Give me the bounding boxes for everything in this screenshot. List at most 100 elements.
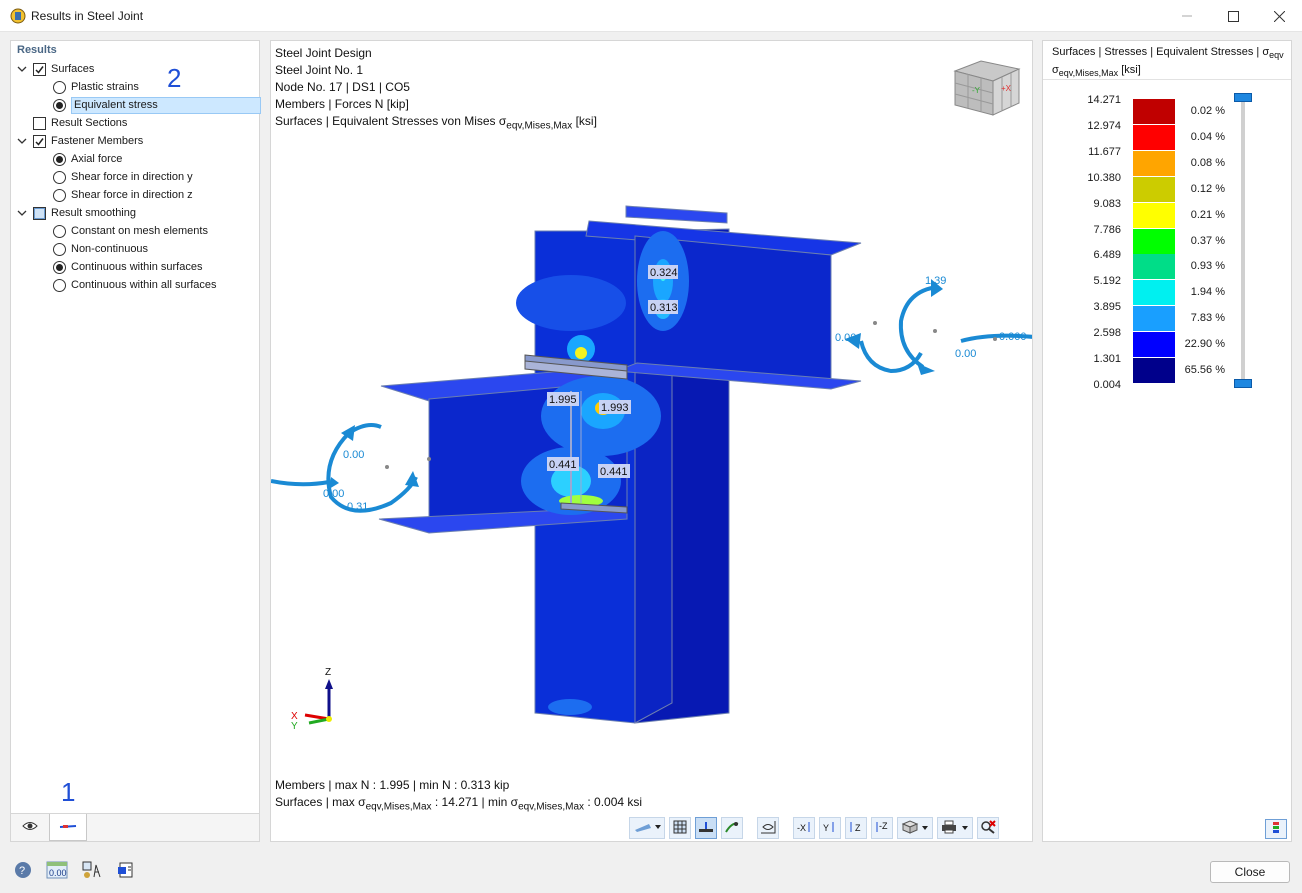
tree-item-label: Surfaces xyxy=(51,63,95,75)
deformation-icon xyxy=(724,820,740,837)
tree-item-label: Equivalent stress xyxy=(71,96,261,114)
minimize-button[interactable] xyxy=(1164,0,1210,32)
tree-item-surfaces[interactable]: Surfaces xyxy=(17,60,94,78)
tree-item-axial-force[interactable]: Axial force xyxy=(53,150,122,168)
tree-item-result-sections[interactable]: Result Sections xyxy=(33,114,127,132)
tree-item-continuous-within[interactable]: Continuous within surfaces xyxy=(53,258,202,276)
maximize-button[interactable] xyxy=(1210,0,1256,32)
summary-members: Members | max N : 1.995 | min N : 0.313 … xyxy=(275,778,510,792)
chevron-down-icon[interactable] xyxy=(17,136,27,146)
tree-item-fastener-members[interactable]: Fastener Members xyxy=(17,132,143,150)
steel-joint-model[interactable]: 0.324 0.313 1.995 1.993 0.441 0.441 0.00… xyxy=(271,41,1033,842)
legend-range-slider[interactable] xyxy=(1241,99,1245,384)
equivalent-stress-radio[interactable] xyxy=(53,98,66,112)
legend-color-band xyxy=(1133,358,1175,383)
iso-view-dropdown[interactable] xyxy=(897,817,933,839)
legend-slider-max-handle[interactable] xyxy=(1234,93,1252,102)
units-button[interactable] xyxy=(80,860,104,882)
app-icon xyxy=(10,8,26,24)
tree-item-label: Shear force in direction z xyxy=(71,189,193,201)
units-icon xyxy=(82,861,102,882)
tree-item-shear-y[interactable]: Shear force in direction y xyxy=(53,168,193,186)
graphics-viewport[interactable]: Steel Joint Design Steel Joint No. 1 Nod… xyxy=(270,40,1033,842)
legend-color-band xyxy=(1133,176,1175,202)
legend-value: 0.004 xyxy=(1093,378,1121,391)
legend-percentage: 0.21 % xyxy=(1190,208,1225,221)
svg-text:Z: Z xyxy=(325,667,331,678)
moment-label: 0.00 xyxy=(835,332,856,344)
legend-settings-button[interactable] xyxy=(1265,819,1287,839)
legend-value: 14.271 xyxy=(1087,94,1121,106)
shear-y-radio[interactable] xyxy=(53,170,66,184)
annotation-marker-2: 2 xyxy=(167,63,182,93)
clear-selection-button[interactable] xyxy=(977,817,999,839)
tree-item-label: Continuous within surfaces xyxy=(71,261,203,273)
view-neg-z-button[interactable]: -Z xyxy=(871,817,893,839)
help-button[interactable]: ? xyxy=(11,860,35,882)
tree-item-plastic-strains[interactable]: Plastic strains xyxy=(53,78,139,96)
result-smoothing-checkbox[interactable] xyxy=(33,206,46,220)
print-report-button[interactable] xyxy=(115,860,139,882)
fastener-members-checkbox[interactable] xyxy=(33,134,46,148)
chevron-down-icon[interactable] xyxy=(17,208,27,218)
non-continuous-radio[interactable] xyxy=(53,242,66,256)
printer-icon xyxy=(941,820,969,837)
legend-color-band xyxy=(1133,306,1175,332)
legend-value: 1.301 xyxy=(1093,353,1121,365)
moment-label: 0.00 xyxy=(323,488,344,500)
axial-force-radio[interactable] xyxy=(53,152,66,166)
legend-value: 6.489 xyxy=(1093,249,1121,262)
display-mode-dropdown[interactable] xyxy=(629,817,665,839)
legend-color-band xyxy=(1133,150,1175,176)
moment-label: 0.00 xyxy=(343,449,364,461)
close-window-button[interactable] xyxy=(1256,0,1302,32)
eye-icon xyxy=(22,820,38,835)
legend-value: 5.192 xyxy=(1093,275,1121,288)
shear-z-radio[interactable] xyxy=(53,188,66,202)
summary-surfaces: Surfaces | max σeqv,Mises,Max : 14.271 |… xyxy=(275,795,643,813)
tree-item-continuous-all[interactable]: Continuous within all surfaces xyxy=(53,276,217,294)
continuous-all-radio[interactable] xyxy=(53,278,66,292)
cube-icon xyxy=(901,819,929,837)
tree-item-shear-z[interactable]: Shear force in direction z xyxy=(53,186,193,204)
print-dropdown[interactable] xyxy=(937,817,973,839)
view-y-button[interactable]: Y xyxy=(819,817,841,839)
view-neg-x-button[interactable]: -X xyxy=(793,817,815,839)
results-icon xyxy=(698,820,714,837)
results-values-button[interactable] xyxy=(695,817,717,839)
legend-title: Surfaces | Stresses | Equivalent Stresse… xyxy=(1052,46,1284,79)
tree-item-equivalent-stress[interactable]: Equivalent stress xyxy=(53,96,261,114)
legend-percentage: 0.93 % xyxy=(1190,260,1225,273)
surfaces-checkbox[interactable] xyxy=(33,62,46,76)
tree-item-constant-mesh[interactable]: Constant on mesh elements xyxy=(53,222,208,240)
tree-item-result-smoothing[interactable]: Result smoothing xyxy=(17,204,136,222)
axis-z-icon: Z xyxy=(847,820,865,837)
plastic-strains-radio[interactable] xyxy=(53,80,66,94)
mesh-button[interactable] xyxy=(669,817,691,839)
close-button[interactable]: Close xyxy=(1210,861,1290,883)
deformation-button[interactable] xyxy=(721,817,743,839)
legend-color-band xyxy=(1133,228,1175,254)
tree-item-label: Result Sections xyxy=(51,117,128,129)
legend-percentage: 7.83 % xyxy=(1190,312,1225,325)
force-label: 0.324 xyxy=(650,267,678,279)
numeric-format-button[interactable]: 0.00 xyxy=(45,860,69,882)
legend-color-band xyxy=(1133,124,1175,150)
tree-item-label: Plastic strains xyxy=(71,81,139,93)
chevron-down-icon[interactable] xyxy=(17,64,27,74)
continuous-within-radio[interactable] xyxy=(53,260,66,274)
legend-slider-min-handle[interactable] xyxy=(1234,379,1252,388)
view-settings-button[interactable] xyxy=(757,817,779,839)
result-sections-checkbox[interactable] xyxy=(33,116,46,130)
legend-value: 2.598 xyxy=(1093,327,1121,340)
tree-item-non-continuous[interactable]: Non-continuous xyxy=(53,240,148,258)
tab-results[interactable] xyxy=(49,814,87,841)
view-z-button[interactable]: Z xyxy=(845,817,867,839)
tab-display[interactable] xyxy=(11,814,49,841)
mesh-icon xyxy=(673,820,687,837)
legend-color-band xyxy=(1133,254,1175,280)
constant-mesh-radio[interactable] xyxy=(53,224,66,238)
moment-label: 1.39 xyxy=(925,275,946,287)
tree-item-label: Continuous within all surfaces xyxy=(71,279,217,291)
member-result-icon xyxy=(59,821,77,834)
